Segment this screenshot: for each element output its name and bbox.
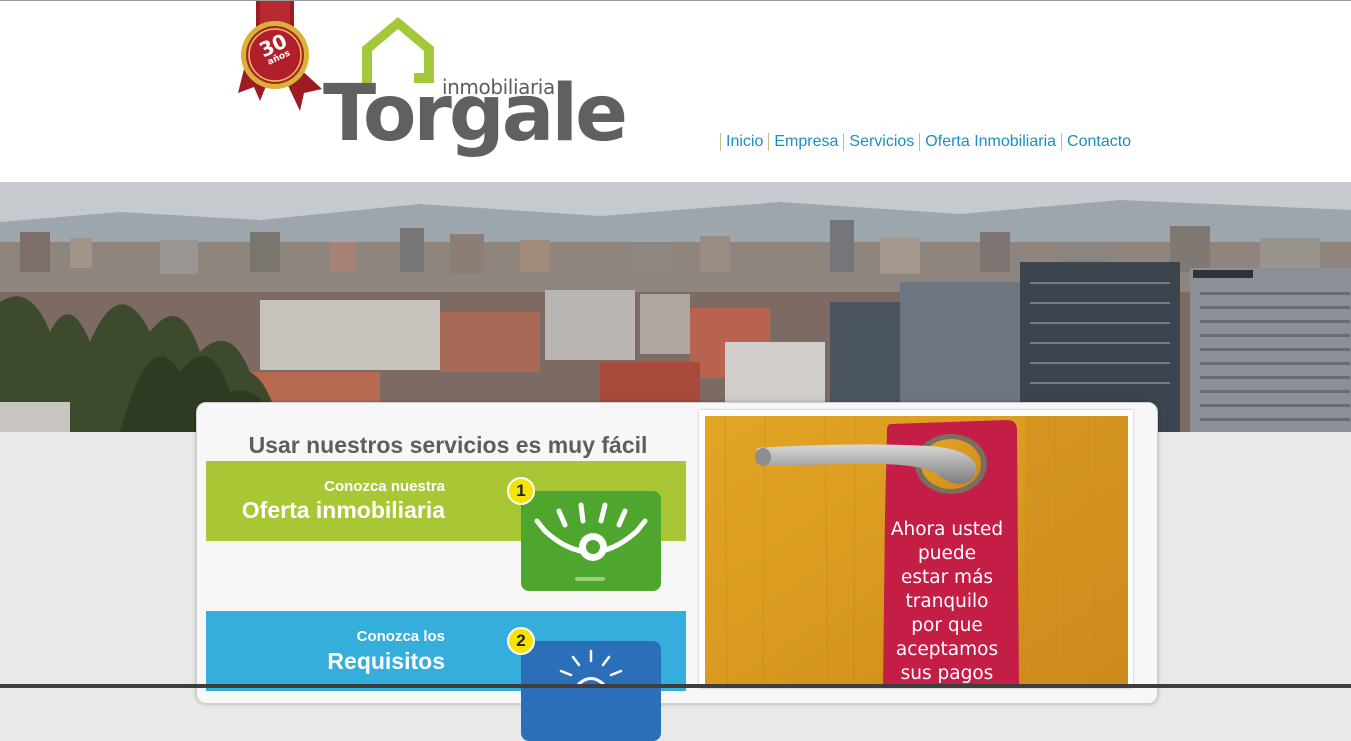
eye-icon	[534, 502, 648, 581]
city-skyline-banner	[0, 182, 1351, 432]
step-2-small-label: Conozca los	[356, 628, 445, 645]
step-2-number-badge: 2	[507, 627, 535, 655]
nav-empresa[interactable]: Empresa	[768, 133, 843, 151]
nav-oferta-inmobiliaria[interactable]: Oferta Inmobiliaria	[919, 133, 1061, 151]
nav-inicio[interactable]: Inicio	[720, 133, 768, 151]
site-header: 30 años inmobiliaria Torgale Inicio Empr…	[0, 1, 1351, 182]
step-1-number-badge: 1	[507, 477, 535, 505]
main-nav: Inicio Empresa Servicios Oferta Inmobili…	[720, 131, 1136, 153]
step-1-small-label: Conozca nuestra	[324, 478, 445, 495]
step-1-big-label: Oferta inmobiliaria	[241, 497, 445, 523]
nav-contacto[interactable]: Contacto	[1061, 133, 1136, 151]
step-1-tile[interactable]	[521, 491, 661, 591]
step-2-tile[interactable]	[521, 641, 661, 741]
logo[interactable]: 30 años inmobiliaria Torgale	[118, 1, 628, 181]
services-title: Usar nuestros servicios es muy fácil	[248, 432, 648, 458]
brand-name: Torgale	[323, 69, 628, 159]
step-2-big-label: Requisitos	[327, 648, 445, 674]
nav-servicios[interactable]: Servicios	[843, 133, 919, 151]
footer-strip	[0, 684, 1351, 688]
door-hanger-text: Ahora usted puede estar más tranquilo po…	[890, 519, 1004, 684]
lightbulb-icon	[559, 649, 623, 690]
